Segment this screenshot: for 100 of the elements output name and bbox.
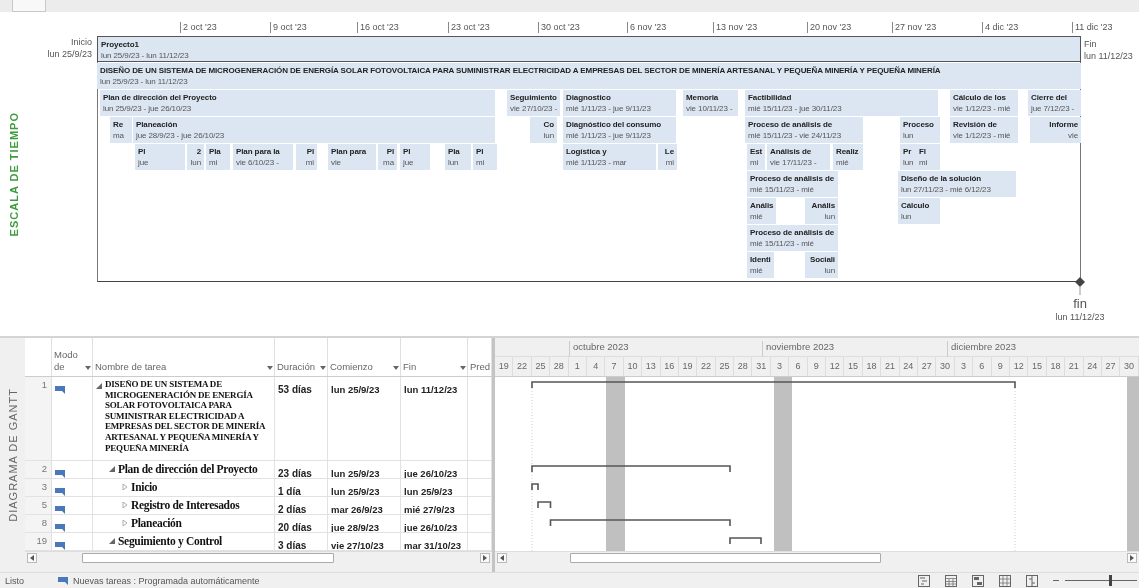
chart-view-icon[interactable] — [972, 574, 984, 587]
timeline-bar[interactable]: Pr lun — [900, 144, 917, 170]
dropdown-icon[interactable] — [393, 366, 399, 370]
timeline-bar[interactable]: Proceso de análisis de mié 15/11/23 - mié — [747, 225, 838, 251]
day-label: 31 — [752, 357, 771, 376]
finish-date: lun 11/12/23 — [1084, 50, 1133, 62]
bar-dates: lun — [901, 211, 912, 222]
timeline-bar[interactable]: Plan de dirección del Proyecto lun 25/9/23 - jue 26/10/23 — [100, 90, 495, 116]
project-bar[interactable]: Proyecto1 lun 25/9/23 - lun 11/12/23 — [97, 36, 1081, 62]
collapse-icon[interactable] — [109, 538, 115, 544]
date-tick: 27 nov '23 — [892, 22, 937, 33]
summary-bar[interactable] — [531, 483, 539, 491]
timeline-bar[interactable] — [97, 63, 1081, 89]
column-header[interactable]: Modo de — [52, 338, 93, 376]
day-label: 25 — [531, 357, 551, 376]
timeline-bar[interactable]: Pl mi — [296, 144, 317, 170]
timeline-bar[interactable]: Plan para vie — [328, 144, 376, 170]
summary-bar[interactable] — [531, 381, 1016, 389]
timeline-bar[interactable]: Pla mi — [206, 144, 230, 170]
timeline-bar[interactable]: Co lun — [530, 117, 557, 143]
timeline-bar[interactable]: Cálculo lun — [898, 198, 940, 224]
dropdown-icon[interactable] — [320, 366, 326, 370]
dropdown-icon[interactable] — [85, 366, 91, 370]
timeline-bar[interactable]: Pl jue — [135, 144, 185, 170]
timeline-bar[interactable]: Memoria vie 10/11/23 - — [683, 90, 738, 116]
dropdown-icon[interactable] — [267, 366, 273, 370]
day-label: 16 — [660, 357, 679, 376]
scroll-left-button[interactable] — [497, 552, 507, 563]
timeline-bar[interactable]: Cálculo de los vie 1/12/23 - mié — [950, 90, 1018, 116]
column-header[interactable]: Fin — [401, 338, 468, 376]
column-header[interactable]: Comienzo — [328, 338, 401, 376]
timeline-bar[interactable]: Diagnóstico del consumo mié 1/11/23 - jue 9/11/23 — [563, 117, 676, 143]
grid-view-icon[interactable] — [999, 574, 1011, 587]
bar-title: Co — [543, 119, 554, 130]
timeline-bar[interactable]: Diagnostico mié 1/11/23 - jue 9/11/23 — [563, 90, 676, 116]
timeline-bar[interactable]: Re ma — [110, 117, 132, 143]
summary-bar[interactable] — [729, 537, 762, 545]
calendar-view-icon[interactable] — [945, 574, 957, 587]
timeline-bar[interactable]: Factibilidad mié 15/11/23 - jue 30/11/23 — [745, 90, 938, 116]
gantt-view-icon[interactable] — [918, 574, 930, 587]
day-label: 24 — [899, 357, 918, 376]
new-tasks-mode[interactable]: Nuevas tareas : Programada automáticamente — [73, 575, 260, 586]
zoom-out-icon[interactable] — [1053, 579, 1059, 582]
bar-title: Proceso de análisis de — [750, 173, 835, 184]
scroll-right-button[interactable] — [480, 552, 490, 563]
bar-title: DISEÑO DE UN SISTEMA DE MICROGENERACIÓN DE ENERGÍA SOLAR FOTOVOLTAICA PARA SUMINISTRAR ELECTRICIDAD A EMPRESAS DEL SECTOR DE MINERÍA ARTESANAL Y PEQUEÑA MINERÍA Y PEQUEÑA MINERÍA — [100, 65, 941, 76]
timeline-bar[interactable]: Diseño de la solución lun 27/11/23 - mié 6/12/23 — [898, 171, 1016, 197]
timeline-bar[interactable]: Proceso de análisis de mié 15/11/23 - mié — [747, 171, 838, 197]
scroll-left-button[interactable] — [27, 552, 37, 563]
scroll-thumb[interactable] — [570, 552, 881, 563]
dropdown-icon[interactable] — [460, 366, 466, 370]
timeline-bar[interactable]: Cierre del jue 7/12/23 - — [1028, 90, 1081, 116]
task-row[interactable] — [25, 377, 492, 461]
day-label: 30 — [1120, 357, 1139, 376]
summary-bar[interactable] — [537, 501, 552, 509]
bar-title: Plan para la — [236, 146, 280, 157]
finish-label: Fin — [1084, 38, 1097, 50]
bar-dates: mi — [919, 157, 928, 168]
timeline-view-icon[interactable] — [1026, 574, 1038, 587]
timeline-bar[interactable]: Seguimiento vie 27/10/23 - — [507, 90, 561, 116]
timeline-bar[interactable]: Pl ma — [378, 144, 397, 170]
duration-cell: 53 días — [278, 384, 312, 395]
timeline-bar[interactable]: Logística y mié 1/11/23 - mar — [563, 144, 656, 170]
timeline-bar[interactable]: Anális mié — [747, 198, 777, 224]
timeline-bar[interactable]: Identi mié — [747, 252, 774, 278]
task-mode-icon — [55, 470, 67, 478]
scroll-thumb[interactable] — [82, 552, 334, 563]
day-label: 3 — [770, 357, 790, 376]
timeline-bar[interactable]: Informe vie — [1030, 117, 1081, 143]
day-label: 28 — [734, 357, 753, 376]
column-header[interactable]: Nombre de tarea — [93, 338, 275, 376]
timeline-bar[interactable]: Fl mi — [916, 144, 940, 170]
timeline-bar[interactable]: Plan para la vie 6/10/23 - — [233, 144, 293, 170]
timeline-bar[interactable]: Proceso lun — [900, 117, 940, 143]
summary-bar[interactable] — [549, 519, 731, 527]
scroll-right-button[interactable] — [1127, 552, 1137, 563]
bar-title: Diseño de la solución — [901, 173, 982, 184]
day-label: 30 — [936, 357, 955, 376]
collapse-icon[interactable] — [96, 383, 102, 389]
timeline-bar[interactable]: Sociali lun — [805, 252, 838, 278]
timeline-bar[interactable]: Pl mi — [473, 144, 497, 170]
timeline-bar[interactable]: 2 lun — [187, 144, 204, 170]
timeline-bar[interactable]: Pla lun — [445, 144, 471, 170]
column-header[interactable]: Duración — [275, 338, 328, 376]
timeline-bar[interactable]: Proceso de análisis de mié 15/11/23 - vie 24/11/23 — [745, 117, 863, 143]
timeline-bar[interactable]: Análisis de vie 17/11/23 - — [767, 144, 830, 170]
bar-title: Identi — [750, 254, 771, 265]
day-label: 10 — [623, 357, 643, 376]
timeline-bar[interactable]: Planeación jue 28/9/23 - jue 26/10/23 — [133, 117, 495, 143]
bar-title: Logística y — [566, 146, 607, 157]
timeline-bar[interactable]: Anális lun — [805, 198, 838, 224]
collapse-icon[interactable] — [109, 466, 115, 472]
timeline-bar[interactable]: Revisión de vie 1/12/23 - mié — [950, 117, 1018, 143]
timeline-bar[interactable]: Realiz mié — [833, 144, 863, 170]
timeline-bar[interactable]: Le mi — [658, 144, 677, 170]
zoom-thumb[interactable] — [1108, 575, 1112, 586]
timeline-bar[interactable]: Pl jue — [400, 144, 430, 170]
summary-bar[interactable] — [531, 465, 731, 473]
bar-title: Sociali — [809, 254, 835, 265]
timeline-bar[interactable]: Est mi — [747, 144, 766, 170]
